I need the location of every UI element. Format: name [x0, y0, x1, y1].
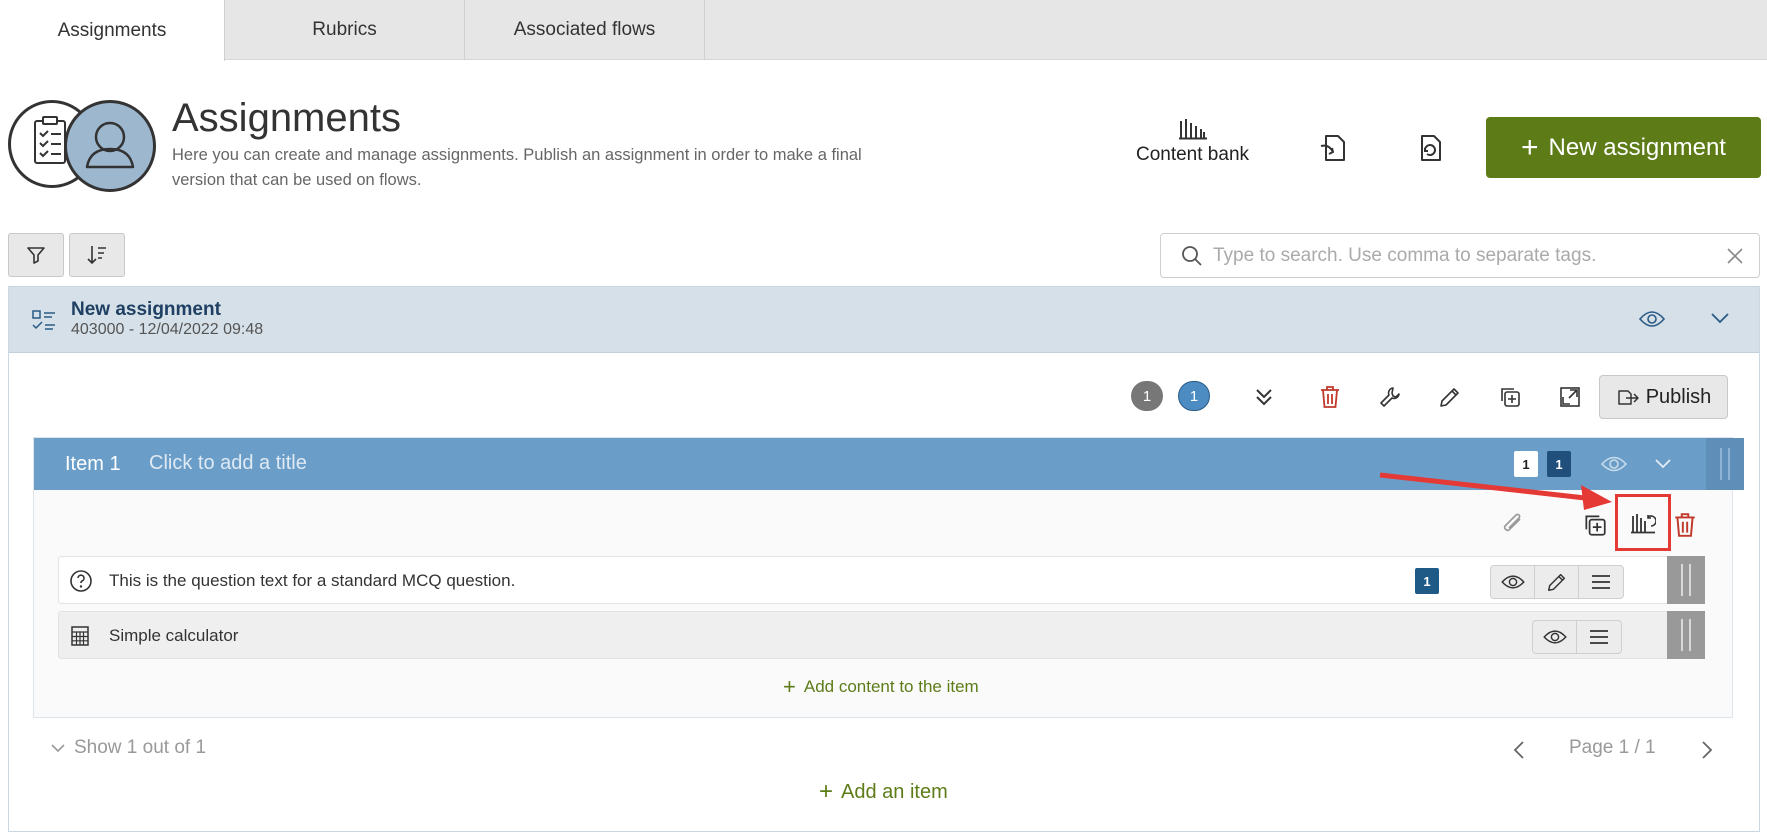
question-preview-button[interactable]	[1491, 566, 1535, 598]
question-menu-button[interactable]	[1579, 566, 1623, 598]
filter-button[interactable]	[8, 233, 64, 277]
show-chevron-icon	[50, 743, 66, 754]
item-title-placeholder[interactable]: Click to add a title	[149, 452, 307, 475]
prev-page-icon[interactable]	[1512, 740, 1526, 760]
assignment-header[interactable]: New assignment 403000 - 12/04/2022 09:48	[9, 287, 1759, 353]
wrench-icon[interactable]	[1370, 377, 1410, 417]
new-assignment-label: New assignment	[1548, 133, 1726, 161]
tab-assignments[interactable]: Assignments	[0, 0, 225, 61]
duplicate-icon[interactable]	[1490, 377, 1530, 417]
question-text: This is the question text for a standard…	[109, 571, 516, 590]
chevron-down-icon[interactable]	[1710, 311, 1730, 325]
calculator-drag-handle[interactable]	[1667, 611, 1705, 659]
question-drag-handle[interactable]	[1667, 556, 1705, 604]
new-assignment-button[interactable]: + New assignment	[1486, 117, 1761, 178]
item-drag-handle[interactable]	[1706, 438, 1744, 490]
assignment-title: New assignment	[71, 299, 221, 320]
add-content-plus-icon: +	[783, 674, 796, 699]
user-avatar	[64, 100, 156, 192]
add-item-link[interactable]: + Add an item	[819, 778, 948, 806]
next-page-icon[interactable]	[1700, 740, 1714, 760]
calculator-preview-button[interactable]	[1533, 621, 1577, 653]
question-actions	[1490, 565, 1624, 599]
add-item-plus-icon: +	[819, 778, 834, 805]
sort-icon	[86, 244, 108, 266]
expand-icon[interactable]	[1550, 377, 1590, 417]
clear-search-icon[interactable]	[1726, 247, 1744, 265]
filter-icon	[26, 245, 46, 265]
calculator-menu-button[interactable]	[1577, 621, 1621, 653]
content-bank-label: Content bank	[1135, 144, 1250, 165]
item-duplicate-icon[interactable]	[1582, 512, 1608, 538]
calculator-actions	[1532, 620, 1622, 654]
paperclip-icon[interactable]	[1500, 513, 1526, 537]
add-content-label: Add content to the item	[803, 677, 979, 696]
import-icon[interactable]	[1314, 128, 1354, 168]
search-icon	[1181, 245, 1203, 267]
item-number: Item 1	[65, 453, 121, 475]
tab-associated-flows[interactable]: Associated flows	[465, 0, 705, 60]
publish-button[interactable]: Publish	[1599, 375, 1728, 419]
sort-button[interactable]	[69, 233, 125, 277]
delete-icon[interactable]	[1310, 377, 1350, 417]
count-badge-gray: 1	[1131, 381, 1163, 411]
question-badge: 1	[1415, 568, 1439, 594]
content-bank-add-icon	[1630, 511, 1656, 535]
page-description: Here you can create and manage assignmen…	[172, 146, 862, 189]
collapse-all-icon[interactable]	[1244, 377, 1284, 417]
export-icon[interactable]	[1410, 128, 1450, 168]
count-badge-blue: 1	[1178, 381, 1210, 411]
page-title: Assignments	[172, 96, 401, 140]
add-item-label: Add an item	[841, 780, 948, 803]
show-count-label: Show 1 out of 1	[74, 737, 207, 758]
item-chevron-down-icon[interactable]	[1654, 458, 1672, 470]
calculator-text: Simple calculator	[109, 626, 239, 645]
plus-icon: +	[1521, 130, 1539, 164]
add-content-link[interactable]: + Add content to the item	[783, 674, 979, 700]
search-box	[1160, 233, 1760, 278]
checklist-icon	[31, 309, 57, 333]
question-edit-button[interactable]	[1535, 566, 1579, 598]
tab-bar: Assignments Rubrics Associated flows	[0, 0, 1767, 61]
question-circle-icon	[69, 569, 93, 593]
page-indicator: Page 1 / 1	[1569, 737, 1656, 758]
publish-label: Publish	[1645, 385, 1712, 408]
search-input[interactable]	[1211, 234, 1711, 277]
show-count-toggle[interactable]: Show 1 out of 1	[50, 737, 206, 759]
save-to-content-bank-button[interactable]	[1615, 494, 1671, 551]
books-icon	[1125, 118, 1260, 140]
eye-icon[interactable]	[1639, 308, 1665, 330]
pencil-icon[interactable]	[1430, 377, 1470, 417]
item-delete-icon[interactable]	[1673, 512, 1697, 538]
content-bank-button[interactable]: Content bank	[1125, 118, 1260, 178]
publish-icon	[1616, 387, 1640, 407]
annotation-arrow	[1379, 472, 1612, 510]
content-row-calculator[interactable]: Simple calculator	[58, 611, 1702, 659]
calculator-icon	[71, 626, 89, 646]
tab-rubrics[interactable]: Rubrics	[225, 0, 465, 60]
assignment-subtitle: 403000 - 12/04/2022 09:48	[71, 321, 264, 338]
content-row-question[interactable]: This is the question text for a standard…	[58, 556, 1702, 604]
